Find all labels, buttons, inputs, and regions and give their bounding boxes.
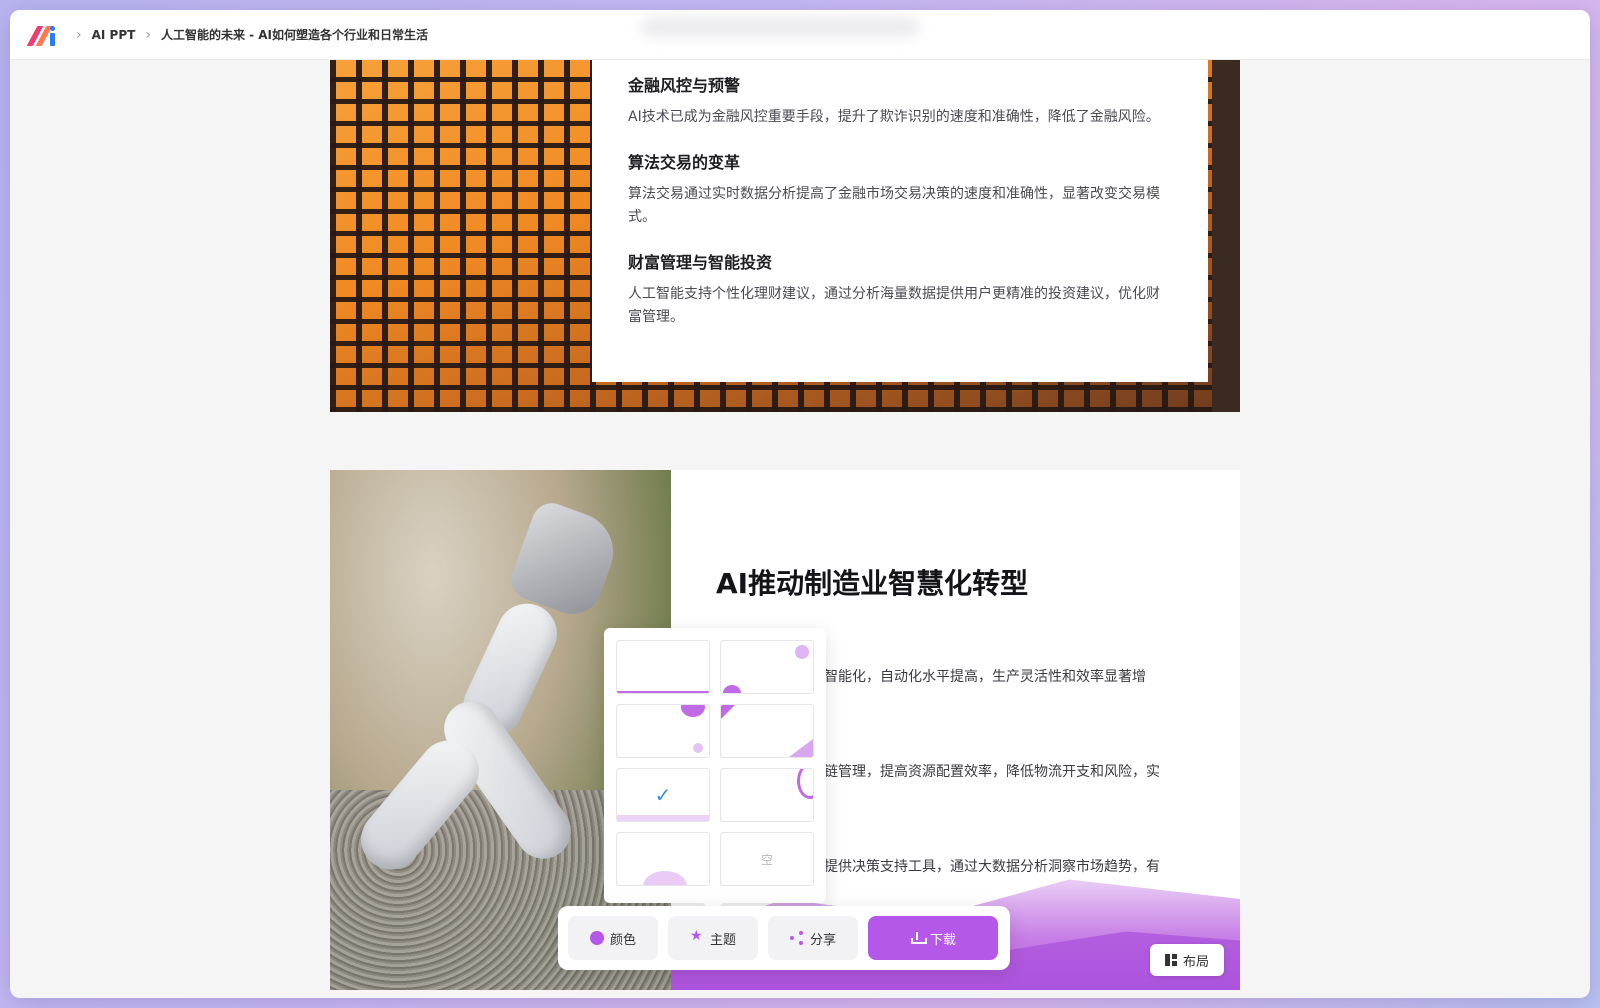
share-icon — [789, 931, 804, 945]
breadcrumb-doc-title: 人工智能的未来 - AI如何塑造各个行业和日常生活 — [160, 28, 429, 42]
item-title: 金融风控与预警 — [628, 76, 741, 95]
item-text: 人工智能支持个性化理财建议，通过分析海量数据提供用户更精准的投资建议，优化财富管… — [628, 286, 1160, 325]
item-text: 算法交易通过实时数据分析提高了金融市场交易决策的速度和准确性，显著改变交易模式。 — [628, 186, 1160, 225]
theme-option[interactable] — [616, 640, 710, 694]
photo-strip — [1212, 60, 1240, 412]
item-title: 算法交易的变革 — [628, 153, 741, 172]
theme-button[interactable]: 主题 — [668, 916, 758, 960]
layout-button[interactable]: 布局 — [1150, 944, 1224, 976]
empty-label: 空 — [760, 852, 773, 867]
list-item: 财富管理与智能投资 人工智能支持个性化理财建议，通过分析海量数据提供用户更精准的… — [628, 249, 1172, 329]
color-button[interactable]: 颜色 — [568, 916, 658, 960]
breadcrumb-app[interactable]: AI PPT — [92, 28, 136, 42]
color-label: 颜色 — [609, 932, 636, 948]
layout-label: 布局 — [1182, 954, 1209, 970]
app-window: › AI PPT › 人工智能的未来 - AI如何塑造各个行业和日常生活 金融风… — [10, 10, 1590, 998]
chevron-right-icon: › — [145, 26, 151, 43]
bottom-toolbar: 颜色 主题 分享 下载 — [558, 906, 1010, 970]
body-text-line: 提供决策支持工具，通过大数据分析洞察市场趋势，有 — [824, 859, 1160, 875]
slide-content-card: 金融风控与预警 AI技术已成为金融风控重要手段，提升了欺诈识别的速度和准确性，降… — [592, 60, 1208, 382]
list-item: 金融风控与预警 AI技术已成为金融风控重要手段，提升了欺诈识别的速度和准确性，降… — [628, 72, 1172, 129]
theme-option[interactable] — [616, 832, 710, 886]
theme-icon — [690, 928, 704, 945]
theme-option[interactable] — [720, 640, 814, 694]
download-label: 下载 — [929, 932, 956, 948]
body-text-line: 链管理，提高资源配置效率，降低物流开支和风险，实 — [824, 764, 1160, 780]
app-logo-icon[interactable] — [26, 22, 60, 48]
layout-icon — [1164, 954, 1177, 966]
list-item: 算法交易的变革 算法交易通过实时数据分析提高了金融市场交易决策的速度和准确性，显… — [628, 149, 1172, 229]
theme-label: 主题 — [709, 932, 736, 948]
share-button[interactable]: 分享 — [768, 916, 858, 960]
slide-heading: AI推动制造业智慧化转型 — [716, 567, 1029, 600]
item-text: AI技术已成为金融风控重要手段，提升了欺诈识别的速度和准确性，降低了金融风险。 — [628, 109, 1160, 125]
color-swatch-icon — [589, 931, 604, 945]
theme-option-selected[interactable]: ✓ — [616, 768, 710, 822]
theme-picker-popup: ✓ 空 — [604, 628, 826, 903]
theme-option[interactable] — [720, 704, 814, 758]
download-icon — [910, 931, 927, 945]
share-label: 分享 — [809, 932, 836, 948]
check-icon: ✓ — [654, 783, 672, 807]
body-text-line: 智能化，自动化水平提高，生产灵活性和效率显著增 — [824, 669, 1146, 685]
item-title: 财富管理与智能投资 — [628, 253, 773, 272]
theme-option[interactable] — [720, 768, 814, 822]
blurred-overlay — [640, 16, 920, 38]
slide-finance[interactable]: 金融风控与预警 AI技术已成为金融风控重要手段，提升了欺诈识别的速度和准确性，降… — [330, 60, 1240, 412]
theme-option-empty[interactable]: 空 — [720, 832, 814, 886]
theme-option[interactable] — [616, 704, 710, 758]
chevron-right-icon: › — [76, 26, 82, 43]
download-button[interactable]: 下载 — [868, 916, 998, 960]
